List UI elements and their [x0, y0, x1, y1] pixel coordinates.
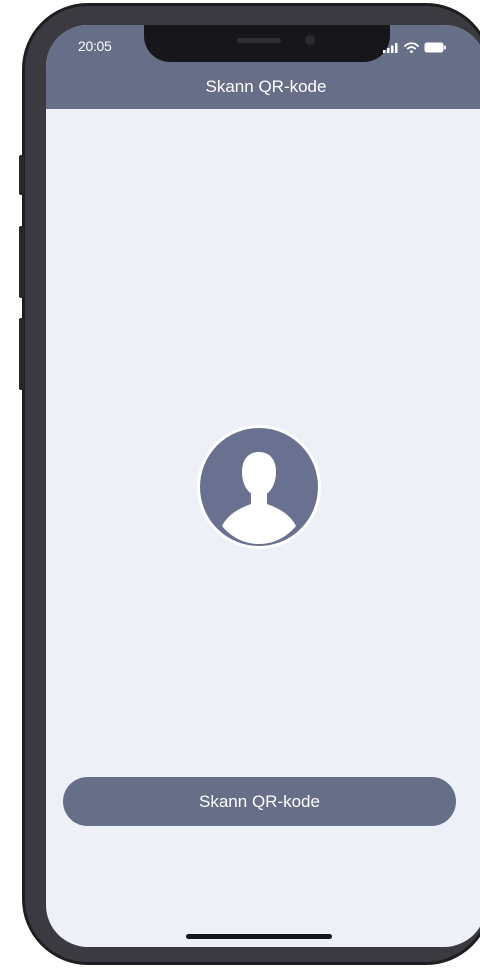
page-title: Skann QR-kode [205, 77, 327, 96]
home-indicator[interactable] [186, 934, 332, 939]
signal-icon [383, 40, 399, 58]
app-screen: 20:05 Skann QR-kode Skann QR-kode [46, 25, 480, 947]
battery-icon [424, 40, 446, 58]
volume-up-button [19, 226, 24, 298]
mute-switch [19, 155, 24, 195]
front-camera [305, 35, 315, 45]
app-header: 20:05 Skann QR-kode [46, 25, 480, 109]
status-icons [383, 40, 446, 58]
wifi-icon [404, 40, 419, 58]
notch [144, 25, 390, 62]
avatar [197, 425, 321, 549]
speaker-grille [237, 38, 281, 43]
user-icon [222, 452, 296, 544]
status-time: 20:05 [78, 38, 112, 54]
scan-qr-button[interactable]: Skann QR-kode [63, 777, 456, 826]
volume-down-button [19, 318, 24, 390]
